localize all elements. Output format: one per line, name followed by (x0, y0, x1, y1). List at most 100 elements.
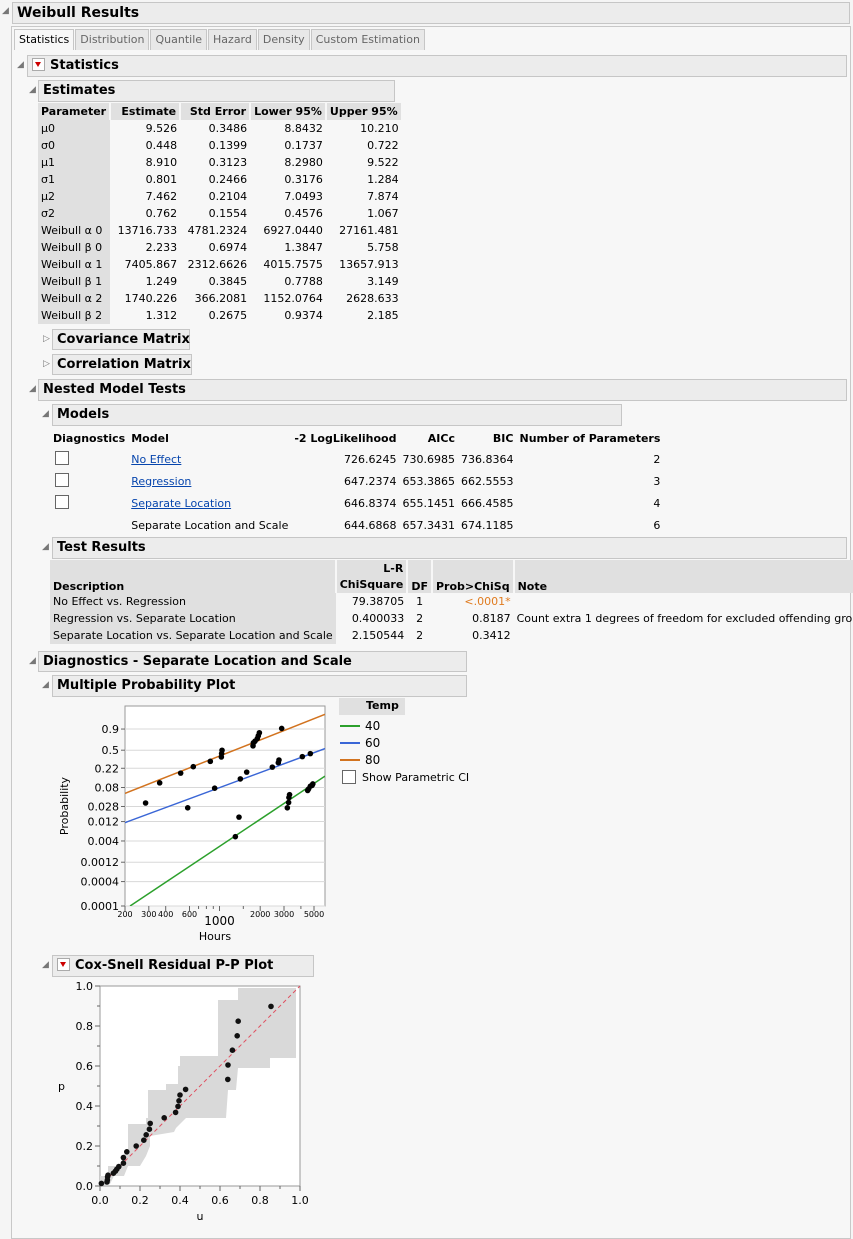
model-cell: Separate Location and Scale (131, 518, 289, 532)
covariance-matrix-header[interactable]: Covariance Matrix (52, 329, 190, 350)
data-point (269, 764, 276, 770)
tab-hazard[interactable]: Hazard (208, 29, 257, 50)
data-point (172, 1109, 179, 1116)
x-tick-label: 1.0 (291, 1194, 309, 1207)
data-point (105, 1172, 111, 1178)
cell: 1 (416, 595, 424, 608)
y-tick-label: 0.4 (76, 1100, 94, 1113)
cell: 6 (653, 518, 661, 532)
y-tick-label: 0.0012 (81, 856, 120, 869)
y-tick-label: 0.0001 (81, 900, 120, 913)
legend-label: 80 (365, 752, 381, 767)
p-value: 0.3412 (472, 629, 511, 642)
cell: 9.526 (145, 122, 178, 135)
data-point (156, 780, 163, 786)
column-header: Lower 95% (250, 103, 327, 120)
test-results-header: Test Results (52, 537, 847, 559)
statistics-title: Statistics (50, 58, 119, 73)
show-parametric-ci-toggle[interactable]: Show Parametric CI (342, 770, 469, 784)
red-triangle-menu-icon[interactable] (32, 58, 45, 71)
collapse-icon[interactable]: ◢ (29, 656, 36, 666)
parameter-name: Weibull β 0 (38, 239, 111, 256)
pp-plot-header: Cox-Snell Residual P-P Plot (52, 955, 314, 977)
parameter-name: σ1 (38, 171, 111, 188)
collapse-icon[interactable]: ◢ (42, 409, 49, 419)
cell: 662.5553 (460, 474, 514, 488)
cell: 2.150544 (351, 629, 405, 642)
collapse-icon[interactable]: ◢ (29, 85, 36, 95)
x-tick-label: 300 (141, 910, 156, 919)
model-link[interactable]: No Effect (131, 453, 181, 466)
correlation-matrix-header[interactable]: Correlation Matrix (52, 354, 192, 375)
diagnostics-checkbox[interactable] (55, 494, 69, 509)
table-row: Separate Location vs. Separate Location … (50, 627, 853, 644)
data-point (120, 1154, 127, 1161)
model-cell: Separate Location (128, 492, 291, 514)
data-point (146, 1126, 153, 1132)
table-row: μ1 8.910 0.3123 8.2980 9.522 (38, 154, 402, 171)
cell: 4 (653, 496, 661, 510)
data-point (120, 1160, 127, 1166)
data-point (142, 800, 149, 806)
cell: 0.722 (367, 139, 399, 152)
diagnostics-checkbox[interactable] (55, 450, 69, 465)
cell (514, 627, 853, 644)
legend-label: 40 (365, 718, 381, 733)
header-row: Diagnostics Model -2 LogLikelihood AICc BIC N… (50, 429, 663, 448)
table-row: Weibull α 0 13716.733 4781.2324 6927.0440 27… (38, 222, 402, 239)
cell: 7405.867 (124, 258, 178, 271)
y-tick-label: 0.8 (76, 1020, 94, 1033)
show-parametric-ci-checkbox[interactable] (342, 770, 356, 784)
cell: 7.0493 (284, 190, 323, 203)
table-row: Weibull β 0 2.233 0.6974 1.3847 5.758 (38, 239, 402, 256)
collapse-icon[interactable]: ◢ (29, 384, 36, 394)
cell: No Effect vs. Regression (50, 593, 336, 610)
tab-distribution[interactable]: Distribution (75, 29, 150, 50)
diagnostics-checkbox[interactable] (55, 472, 69, 487)
data-point (243, 769, 250, 775)
cell: 2 (416, 629, 424, 642)
tab-statistics[interactable]: Statistics (14, 29, 75, 50)
pp-plot-title: Cox-Snell Residual P-P Plot (75, 958, 274, 973)
cell: 0.3486 (208, 122, 248, 135)
collapse-icon[interactable]: ◢ (42, 960, 49, 970)
table-row: μ2 7.462 0.2104 7.0493 7.874 (38, 188, 402, 205)
expand-icon[interactable]: ▷ (43, 359, 50, 369)
cell: 8.910 (145, 156, 178, 169)
legend: 40 60 80 (340, 717, 380, 768)
cell: 0.1399 (208, 139, 248, 152)
column-header: DF (407, 560, 433, 593)
model-link[interactable]: Regression (131, 475, 191, 488)
model-link[interactable]: Separate Location (131, 497, 231, 510)
data-point (141, 1137, 147, 1143)
cell: 0.7788 (284, 275, 323, 288)
collapse-icon[interactable]: ◢ (42, 542, 49, 552)
tab-quantile[interactable]: Quantile (150, 29, 208, 50)
cell: 3 (653, 474, 661, 488)
data-point (190, 763, 197, 770)
x-tick-label: 0.8 (251, 1194, 269, 1207)
cell: 644.6868 (343, 518, 397, 532)
collapse-icon[interactable]: ◢ (17, 60, 24, 70)
red-triangle-menu-icon[interactable] (57, 958, 70, 971)
cell: 2.233 (145, 241, 178, 254)
collapse-icon[interactable]: ◢ (2, 6, 9, 16)
parameter-name: Weibull β 2 (38, 307, 111, 324)
cell: 7.462 (145, 190, 178, 203)
model-cell: Regression (128, 470, 291, 492)
data-point (133, 1143, 139, 1149)
tab-density[interactable]: Density (257, 29, 310, 50)
p-value: 0.8187 (472, 612, 511, 625)
table-row: μ0 9.526 0.3486 8.8432 10.210 (38, 120, 402, 137)
cell: 647.2374 (343, 474, 397, 488)
table-row: No Effect vs. Regression 79.38705 1 <.0001* (50, 593, 853, 610)
cell: 366.2081 (194, 292, 248, 305)
cell: 1.249 (145, 275, 178, 288)
expand-icon[interactable]: ▷ (43, 334, 50, 344)
collapse-icon[interactable]: ◢ (42, 680, 49, 690)
cell: 0.3123 (208, 156, 248, 169)
tab-custom-estimation[interactable]: Custom Estimation (310, 29, 425, 50)
table-row: Weibull α 1 7405.867 2312.6626 4015.7575 136… (38, 256, 402, 273)
column-header: Upper 95% (325, 103, 403, 120)
cell: 655.1451 (402, 496, 455, 510)
